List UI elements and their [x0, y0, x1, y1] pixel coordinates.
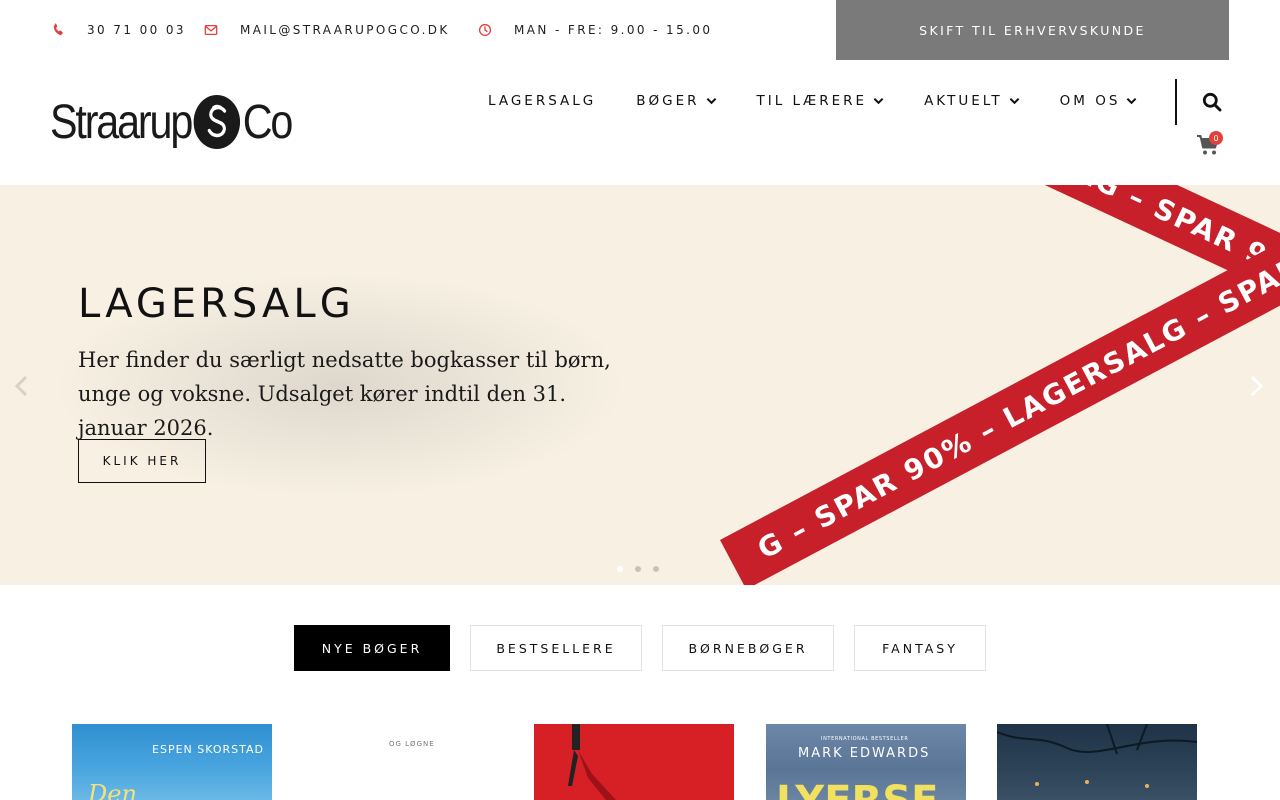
hours-text: MAN - FRE: 9.00 - 15.00: [514, 23, 713, 37]
chevron-down-icon: [873, 97, 884, 105]
book-author: OG LØGNE: [389, 740, 435, 748]
nav-item-aktuelt[interactable]: AKTUELT: [924, 93, 1020, 109]
nav-label: OM OS: [1059, 93, 1121, 109]
phone-contact[interactable]: 30 71 00 03: [51, 22, 186, 38]
envelope-icon: [204, 24, 218, 36]
slider-prev-arrow-icon[interactable]: [14, 375, 30, 397]
nav-item-om-os[interactable]: OM OS: [1060, 93, 1138, 109]
book-badge: INTERNATIONAL BESTSELLER: [821, 736, 909, 742]
logo[interactable]: Straarup Co: [50, 94, 302, 150]
phone-number: 30 71 00 03: [87, 23, 186, 37]
clock-icon: [478, 23, 492, 37]
tab-borneboger[interactable]: BØRNEBØGER: [662, 625, 834, 671]
silhouette-figure-icon: [568, 724, 616, 800]
hero-title: LAGERSALG: [78, 281, 355, 327]
nav-label: LAGERSALG: [488, 93, 597, 109]
chevron-down-icon: [1127, 97, 1137, 105]
phone-icon: [53, 23, 63, 36]
night-city-illustration: [997, 724, 1197, 788]
nav-item-boger[interactable]: BØGER: [636, 93, 716, 109]
main-navigation: LAGERSALG BØGER TIL LÆRERE AKTUELT OM OS: [488, 92, 1137, 110]
tab-nye-boger[interactable]: NYE BØGER: [294, 625, 450, 671]
book-author: ESPEN SKORSTAD: [152, 743, 264, 756]
slider-dot-3[interactable]: [653, 566, 659, 572]
sale-ribbon-bottom: G – SPAR 90% – LAGERSALG – SPAR 9: [720, 201, 1280, 585]
search-icon[interactable]: [1202, 92, 1222, 112]
switch-to-business-button[interactable]: SKIFT TIL ERHVERVSKUNDE: [836, 0, 1229, 60]
cart-count-badge: 0: [1209, 131, 1223, 145]
nav-label: AKTUELT: [924, 93, 1003, 109]
nav-divider: [1175, 79, 1177, 125]
slider-dot-2[interactable]: [635, 566, 641, 572]
email-address: MAIL@STRAARUPOGCO.DK: [240, 23, 450, 37]
book-cover-5[interactable]: [997, 724, 1197, 800]
slider-dot-1[interactable]: [617, 566, 623, 572]
logo-text-left: Straarup: [50, 95, 193, 149]
slider-next-arrow-icon[interactable]: [1248, 375, 1264, 397]
book-cover-4[interactable]: INTERNATIONAL BESTSELLER MARK EDWARDS LY…: [766, 724, 966, 800]
opening-hours: MAN - FRE: 9.00 - 15.00: [478, 22, 712, 38]
nav-item-til-laerere[interactable]: TIL LÆRERE: [757, 93, 885, 109]
hero-slider: LAGERSALG – SPAR 90% – G – SPAR 90% – LA…: [0, 185, 1280, 585]
book-title: Den: [88, 780, 137, 800]
top-bar: 30 71 00 03 MAIL@STRAARUPOGCO.DK MAN - F…: [0, 0, 1280, 60]
book-title: LYERSE: [776, 778, 938, 800]
logo-s-monogram-icon: [193, 94, 241, 150]
book-category-tabs: NYE BØGER BESTSELLERE BØRNEBØGER FANTASY: [294, 625, 986, 671]
logo-wordmark: Straarup Co: [50, 94, 294, 150]
hero-description: Her finder du særligt nedsatte bogkasser…: [78, 348, 611, 440]
nav-item-lagersalg[interactable]: LAGERSALG: [488, 93, 596, 109]
book-cover-2[interactable]: OG LØGNE: [303, 724, 503, 800]
chevron-down-icon: [1009, 97, 1020, 105]
hero-cta-button[interactable]: KLIK HER: [78, 439, 206, 483]
book-cover-3[interactable]: [534, 724, 734, 800]
email-contact[interactable]: MAIL@STRAARUPOGCO.DK: [204, 22, 450, 38]
nav-label: BØGER: [636, 93, 700, 109]
tab-bestsellere[interactable]: BESTSELLERE: [470, 625, 642, 671]
book-author: MARK EDWARDS: [798, 746, 931, 761]
chevron-down-icon: [706, 97, 716, 105]
nav-label: TIL LÆRERE: [756, 93, 868, 109]
logo-text-right: Co: [242, 95, 294, 149]
tab-fantasy[interactable]: FANTASY: [854, 625, 986, 671]
slider-pagination: [617, 566, 659, 572]
book-cover-1[interactable]: ESPEN SKORSTAD Den: [72, 724, 272, 800]
